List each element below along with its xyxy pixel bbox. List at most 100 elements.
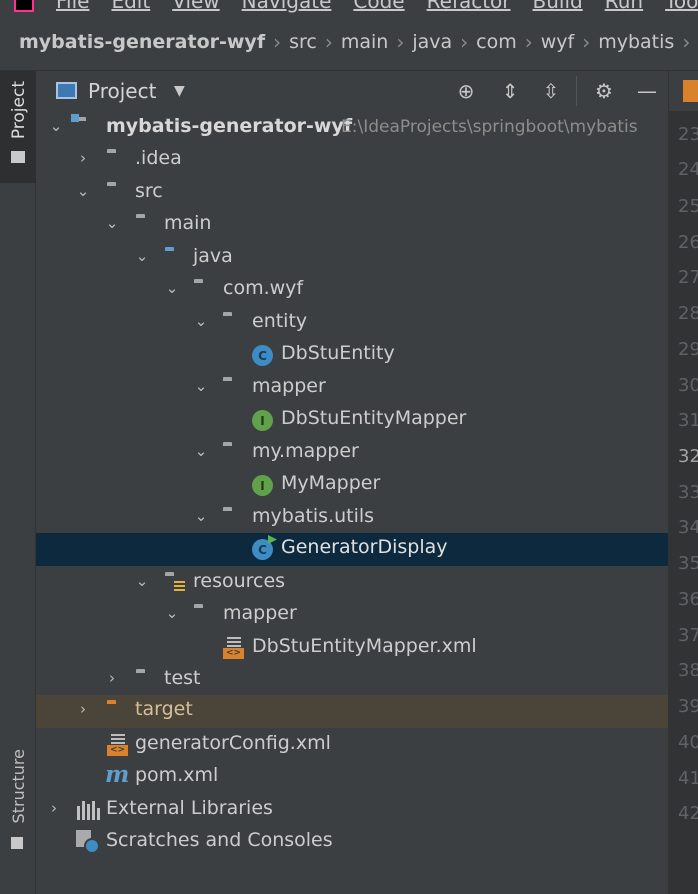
tree-item-mapper-package[interactable]: ⌄ mapper — [36, 372, 668, 405]
chevron-down-icon[interactable]: ⌄ — [193, 507, 209, 525]
menu-edit[interactable]: Edit — [111, 0, 150, 13]
crumb-mybatis[interactable]: mybatis — [598, 31, 674, 53]
menu-navigate[interactable]: Navigate — [242, 0, 332, 13]
line-number: 27 — [678, 267, 698, 288]
menu-run[interactable]: Run — [605, 0, 643, 13]
left-tool-stripe: Project Structure — [0, 71, 36, 894]
chevron-right-icon[interactable]: › — [75, 700, 91, 718]
line-number: 34 — [678, 517, 698, 538]
tree-item-label: GeneratorDisplay — [281, 536, 448, 558]
line-number: 39 — [678, 696, 698, 717]
tool-tab-project[interactable]: Project — [0, 71, 36, 183]
project-panel-header: Project ▼ ⊕ ⇕ ⇳ ⚙ — — [36, 71, 668, 111]
tool-tab-structure-label: Structure — [9, 749, 28, 824]
tree-item-project-root[interactable]: ⌄ mybatis-generator-wyf E:\IdeaProjects\… — [36, 112, 668, 145]
crumb-com[interactable]: com — [476, 31, 517, 53]
tree-item-label: mybatis-generator-wyf — [106, 115, 353, 137]
tree-item-java[interactable]: ⌄ java — [36, 242, 668, 275]
tree-item-external-libraries[interactable]: › External Libraries — [36, 794, 668, 827]
tree-item-label: java — [193, 245, 233, 267]
crumb-wyf[interactable]: wyf — [541, 31, 574, 53]
tree-item-pom-xml[interactable]: m pom.xml — [36, 761, 668, 794]
menu-view[interactable]: View — [172, 0, 219, 13]
line-number: 23 — [678, 124, 698, 145]
crumb-java[interactable]: java — [412, 31, 452, 53]
chevron-down-icon[interactable]: ⌄ — [193, 442, 209, 460]
minimize-icon[interactable]: — — [634, 78, 660, 104]
tree-item-label: mapper — [223, 602, 297, 624]
gear-icon[interactable]: ⚙ — [591, 78, 617, 104]
crumb-src[interactable]: src — [289, 31, 317, 53]
line-number: 33 — [678, 482, 698, 503]
line-number: 37 — [678, 625, 698, 646]
chevron-down-icon[interactable]: ⌄ — [75, 182, 91, 200]
tree-item-dbstuentity[interactable]: C DbStuEntity — [36, 339, 668, 372]
chevron-down-icon[interactable]: ⌄ — [164, 604, 180, 622]
tree-item-entity[interactable]: ⌄ entity — [36, 307, 668, 340]
tree-item-label: test — [164, 667, 201, 689]
tree-item-src[interactable]: ⌄ src — [36, 177, 668, 210]
chevron-down-icon[interactable]: ⌄ — [134, 572, 150, 590]
tree-item-label: com.wyf — [223, 277, 304, 299]
structure-icon — [11, 837, 23, 849]
tree-item-target[interactable]: › target — [36, 695, 668, 728]
chevron-right-icon: › — [682, 30, 691, 54]
tree-item-generatordisplay[interactable]: C GeneratorDisplay — [36, 533, 668, 566]
project-view-icon — [56, 82, 77, 99]
crumb-main[interactable]: main — [341, 31, 388, 53]
tree-item-my-mapper[interactable]: ⌄ my.mapper — [36, 437, 668, 470]
line-number-current: 32 — [678, 446, 698, 467]
tree-item-generatorconfig-xml[interactable]: <> generatorConfig.xml — [36, 729, 668, 762]
chevron-right-icon: › — [582, 30, 591, 54]
tree-item-label: MyMapper — [281, 472, 381, 494]
chevron-down-icon[interactable]: ⌄ — [104, 214, 120, 232]
line-number: 24 — [678, 159, 698, 180]
tree-item-dbstuentitymapper[interactable]: I DbStuEntityMapper — [36, 404, 668, 437]
tree-item-main[interactable]: ⌄ main — [36, 209, 668, 242]
project-view-selector[interactable]: Project — [88, 79, 156, 103]
chevron-down-icon[interactable]: ⌄ — [193, 312, 209, 330]
breadcrumb: mybatis-generator-wyf › src › main › jav… — [0, 14, 698, 71]
tree-item-scratches[interactable]: Scratches and Consoles — [36, 826, 668, 859]
tool-tab-structure[interactable]: Structure — [0, 743, 36, 863]
tree-item-idea[interactable]: › .idea — [36, 144, 668, 177]
line-number: 25 — [678, 196, 698, 217]
line-number: 42 — [678, 803, 698, 824]
menu-tools[interactable]: Tools — [665, 0, 698, 13]
line-number: 41 — [678, 768, 698, 789]
tree-item-mybatis-utils[interactable]: ⌄ mybatis.utils — [36, 502, 668, 535]
interface-icon: I — [252, 475, 273, 496]
dropdown-caret-icon[interactable]: ▼ — [174, 83, 185, 99]
menu-code[interactable]: Code — [353, 0, 404, 13]
line-number: 40 — [678, 732, 698, 753]
tree-item-resources[interactable]: ⌄ resources — [36, 567, 668, 600]
chevron-down-icon[interactable]: ⌄ — [48, 117, 64, 135]
tree-item-mymapper[interactable]: I MyMapper — [36, 469, 668, 502]
menu-build[interactable]: Build — [533, 0, 583, 13]
tree-item-dbstuentitymapper-xml[interactable]: <> DbStuEntityMapper.xml — [36, 632, 668, 665]
chevron-right-icon: › — [524, 30, 533, 54]
collapse-all-icon[interactable]: ⇳ — [538, 78, 564, 104]
tree-item-label: mapper — [252, 375, 326, 397]
editor-tab-stub[interactable] — [668, 71, 698, 111]
tree-item-label: generatorConfig.xml — [135, 732, 331, 754]
tree-item-label: main — [164, 212, 212, 234]
chevron-right-icon: › — [273, 30, 282, 54]
locate-icon[interactable]: ⊕ — [453, 78, 479, 104]
expand-all-icon[interactable]: ⇕ — [497, 78, 523, 104]
menu-refactor[interactable]: Refactor — [427, 0, 511, 13]
tree-item-mapper-folder[interactable]: ⌄ mapper — [36, 599, 668, 632]
crumb-project[interactable]: mybatis-generator-wyf — [19, 31, 265, 53]
tree-item-test[interactable]: › test — [36, 664, 668, 697]
tree-item-com-wyf[interactable]: ⌄ com.wyf — [36, 274, 668, 307]
chevron-down-icon[interactable]: ⌄ — [164, 279, 180, 297]
chevron-right-icon[interactable]: › — [104, 669, 120, 687]
line-number: 30 — [678, 375, 698, 396]
tree-item-label: resources — [193, 570, 286, 592]
tree-item-label: pom.xml — [135, 764, 219, 786]
chevron-down-icon[interactable]: ⌄ — [134, 247, 150, 265]
chevron-right-icon[interactable]: › — [46, 799, 62, 817]
chevron-right-icon[interactable]: › — [75, 149, 91, 167]
menu-file[interactable]: File — [56, 0, 89, 13]
chevron-down-icon[interactable]: ⌄ — [193, 377, 209, 395]
